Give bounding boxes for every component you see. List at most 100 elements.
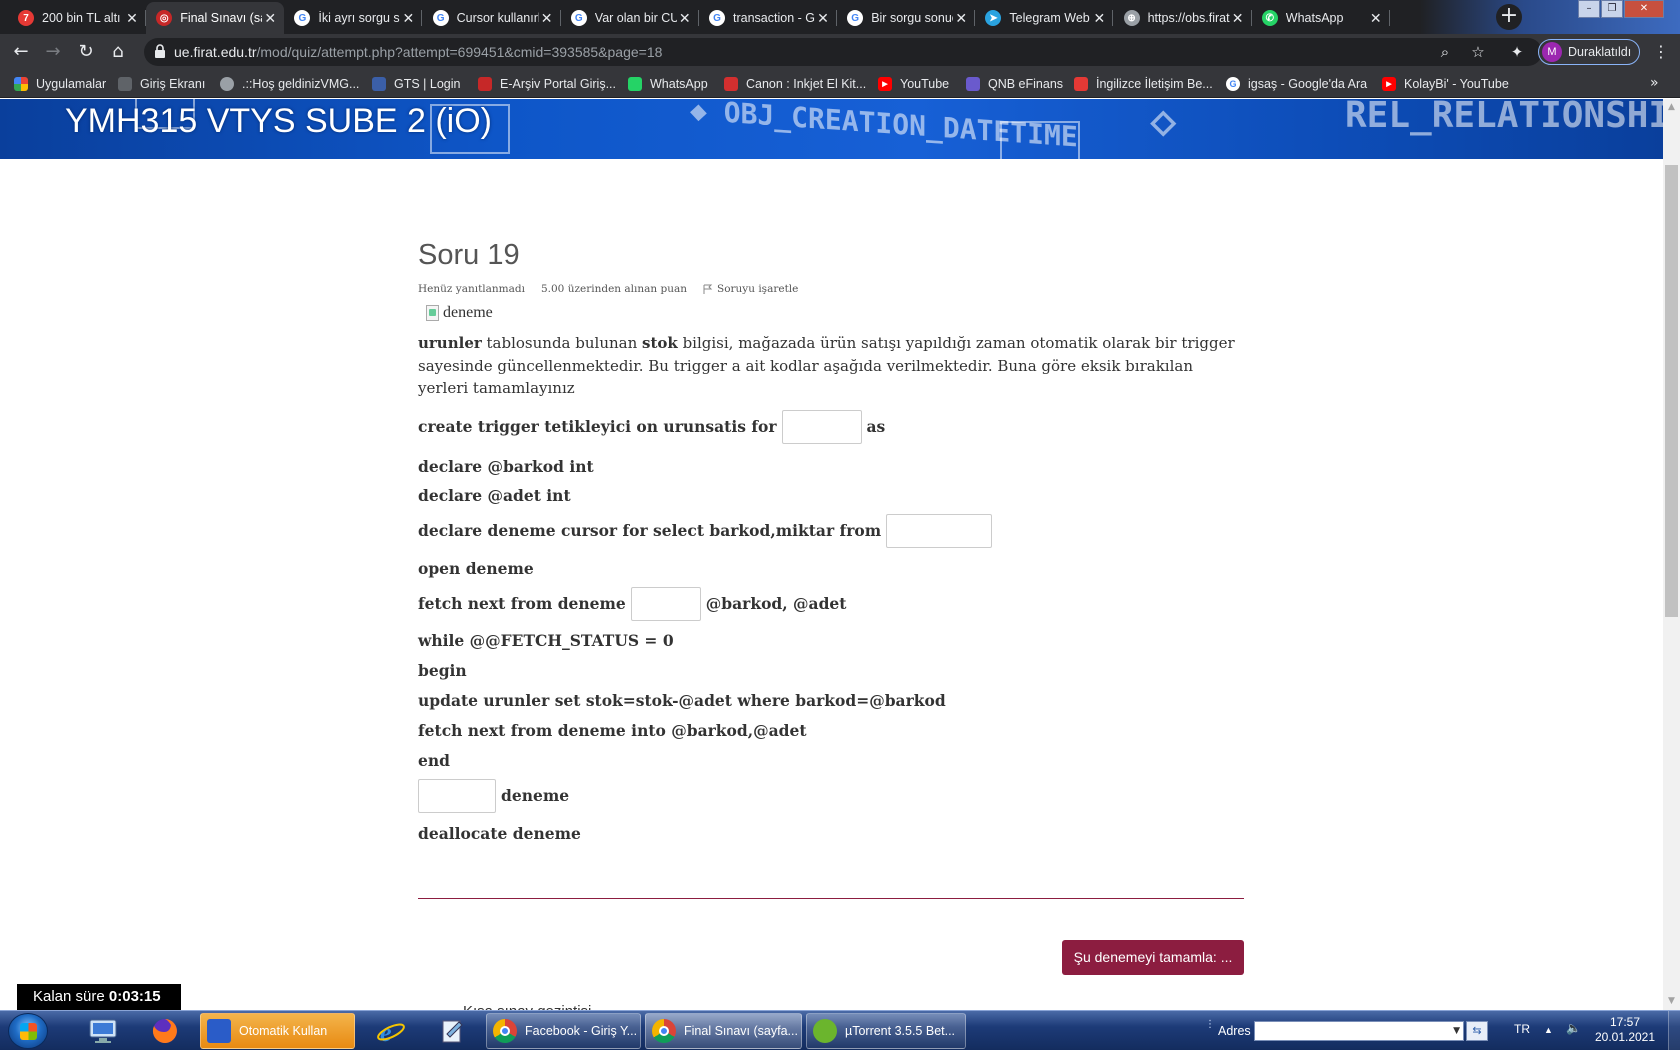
maximize-button[interactable]: ❐: [1601, 0, 1623, 18]
scroll-down-icon[interactable]: ▼: [1663, 993, 1680, 1010]
address-toolbar-input[interactable]: ▼: [1254, 1021, 1464, 1041]
flag-question-link[interactable]: Soruyu işaretle: [703, 283, 798, 295]
close-tab-icon[interactable]: ✕: [1368, 10, 1384, 27]
back-icon[interactable]: ←: [10, 41, 32, 63]
toolbar-grip-icon: ⋮: [1205, 1019, 1215, 1030]
taskbar-window-3[interactable]: Final Sınavı (sayfa...: [645, 1013, 802, 1049]
internet-explorer-icon[interactable]: e: [364, 1014, 418, 1048]
bookmark-item[interactable]: Giriş Ekranı: [118, 75, 205, 93]
notepad-icon[interactable]: [425, 1014, 479, 1048]
scrollbar-thumb[interactable]: [1665, 165, 1678, 617]
zoom-icon[interactable]: ⌕: [1436, 43, 1454, 61]
bookmark-item[interactable]: Canon : Inkjet El Kit...: [724, 75, 866, 93]
bookmark-star-icon[interactable]: ☆: [1469, 43, 1487, 61]
close-tab-icon[interactable]: ✕: [539, 10, 555, 27]
youtube-icon: ▶: [1382, 77, 1396, 91]
tray-expand-icon[interactable]: ▲: [1544, 1025, 1553, 1035]
code-text: while @@FETCH_STATUS = 0: [418, 631, 674, 650]
close-tab-icon[interactable]: ✕: [1091, 10, 1107, 27]
earsiv-icon: [478, 77, 492, 91]
show-desktop-button[interactable]: [1668, 1011, 1680, 1050]
tab-title: 200 bin TL altı S: [42, 11, 124, 25]
close-tab-icon[interactable]: ✕: [400, 10, 416, 27]
code-line: declare @barkod int: [418, 456, 1244, 478]
taskbar-window-label: µTorrent 3.5.5 Bet...: [845, 1024, 956, 1038]
page-scrollbar[interactable]: ▲ ▼: [1663, 99, 1680, 1010]
bookmark-item[interactable]: ▶ KolayBi' - YouTube: [1382, 75, 1509, 93]
browser-tab[interactable]: G Var olan bir CU ✕: [561, 2, 699, 34]
forward-icon[interactable]: →: [42, 41, 64, 63]
browser-toolbar: ← → ↻ ⌂ ue.firat.edu.tr/mod/quiz/attempt…: [0, 34, 1680, 70]
browser-tab[interactable]: ◎ Final Sınavı (say✕: [146, 2, 285, 34]
reload-icon[interactable]: ↻: [75, 41, 97, 63]
browser-tab[interactable]: G Bir sorgu sonuc ✕: [837, 2, 976, 34]
browser-tab[interactable]: ✆ WhatsApp ✕: [1252, 2, 1390, 34]
system-clock[interactable]: 17:57 20.01.2021: [1590, 1015, 1660, 1045]
close-tab-icon[interactable]: ✕: [262, 10, 278, 27]
go-arrow-icon[interactable]: ⇆: [1466, 1021, 1488, 1041]
bookmark-label: Uygulamalar: [36, 77, 107, 91]
close-tab-icon[interactable]: ✕: [124, 10, 140, 27]
question-grade: 5.00 üzerinden alınan puan: [540, 283, 687, 295]
bookmark-item[interactable]: WhatsApp: [628, 75, 708, 93]
bookmark-item[interactable]: .::Hoş geldinizVMG...: [220, 75, 359, 93]
bookmark-item[interactable]: İngilizce İletişim Be...: [1074, 75, 1213, 93]
taskbar-window-1[interactable]: Otomatik Kullan: [200, 1013, 355, 1049]
scroll-up-icon[interactable]: ▲: [1663, 99, 1680, 116]
browser-tab[interactable]: G Cursor kullanırk ✕: [423, 2, 561, 34]
blank-input-3[interactable]: [630, 586, 701, 621]
bookmark-item[interactable]: Uygulamalar: [14, 75, 106, 93]
firefox-icon[interactable]: [138, 1014, 192, 1048]
taskbar-window-2[interactable]: Facebook - Giriş Y...: [486, 1013, 641, 1049]
bookmark-item[interactable]: GTS | Login: [372, 75, 460, 93]
banner-decor-box: [1000, 121, 1080, 159]
seven-icon: 7: [18, 10, 34, 26]
browser-tab[interactable]: ⊕ https://obs.firat ✕: [1114, 2, 1252, 34]
close-tab-icon[interactable]: ✕: [1230, 10, 1246, 27]
minimize-button[interactable]: –: [1578, 0, 1600, 18]
taskbar-window-4[interactable]: µTorrent 3.5.5 Bet...: [806, 1013, 966, 1049]
telegram-icon: ➤: [985, 10, 1002, 26]
code-text: update urunler set stok=stok-@adet where…: [418, 691, 946, 710]
home-icon[interactable]: ⌂: [107, 41, 129, 63]
blank-input-2[interactable]: [886, 513, 993, 548]
volume-icon[interactable]: 🔈: [1566, 1021, 1581, 1035]
bookmark-item[interactable]: QNB eFinans: [966, 75, 1063, 93]
code-line: end: [418, 750, 1244, 772]
browser-tab[interactable]: ➤ Telegram Web ✕: [975, 2, 1114, 34]
close-window-button[interactable]: ✕: [1624, 0, 1664, 18]
computer-icon[interactable]: [76, 1014, 130, 1048]
browser-tab[interactable]: Gtransaction - Go ✕: [699, 2, 837, 34]
new-tab-button[interactable]: +: [1496, 4, 1522, 30]
start-button[interactable]: [8, 1013, 48, 1049]
language-indicator[interactable]: TR: [1514, 1022, 1530, 1036]
extensions-puzzle-icon[interactable]: ✦: [1508, 43, 1526, 61]
chevron-right-icon[interactable]: »: [1650, 75, 1659, 91]
url-path: /mod/quiz/attempt.php?attempt=699451&cmi…: [256, 44, 663, 60]
bookmark-item[interactable]: ▶ YouTube: [878, 75, 949, 93]
google-icon: G: [432, 10, 449, 26]
bookmark-item[interactable]: Gigsaş - Google'da Ara: [1226, 75, 1367, 93]
address-bar[interactable]: ue.firat.edu.tr/mod/quiz/attempt.php?att…: [144, 38, 1542, 66]
code-line: update urunler set stok=stok-@adet where…: [418, 690, 1244, 712]
more-menu-icon[interactable]: ⋮: [1652, 42, 1670, 61]
browser-tab[interactable]: G İki ayrı sorgu so ✕: [284, 2, 423, 34]
blank-input-1[interactable]: [781, 409, 862, 444]
browser-tab[interactable]: 7 200 bin TL altı S ✕: [8, 2, 146, 34]
question-status: Henüz yanıtlanmadı: [418, 283, 525, 295]
bookmark-label: WhatsApp: [650, 77, 708, 91]
close-tab-icon[interactable]: ✕: [677, 10, 693, 27]
dropdown-arrow-icon[interactable]: ▼: [1453, 1026, 1460, 1036]
blank-input-4[interactable]: [418, 778, 496, 813]
clock-date: 20.01.2021: [1594, 1030, 1656, 1044]
bookmark-label: GTS | Login: [394, 77, 461, 91]
bookmark-label: YouTube: [900, 77, 950, 91]
question-text: urunler tablosunda bulunan stok bilgisi,…: [418, 332, 1244, 400]
profile-button[interactable]: M Duraklatıldı: [1538, 39, 1640, 65]
taskbar-window-label: Facebook - Giriş Y...: [525, 1024, 638, 1038]
close-tab-icon[interactable]: ✕: [815, 10, 831, 27]
bookmark-item[interactable]: E-Arşiv Portal Giriş...: [478, 75, 616, 93]
finish-attempt-button[interactable]: Şu denemeyi tamamla: ...: [1062, 940, 1244, 975]
apps-grid-icon: [14, 77, 28, 91]
close-tab-icon[interactable]: ✕: [953, 10, 969, 27]
